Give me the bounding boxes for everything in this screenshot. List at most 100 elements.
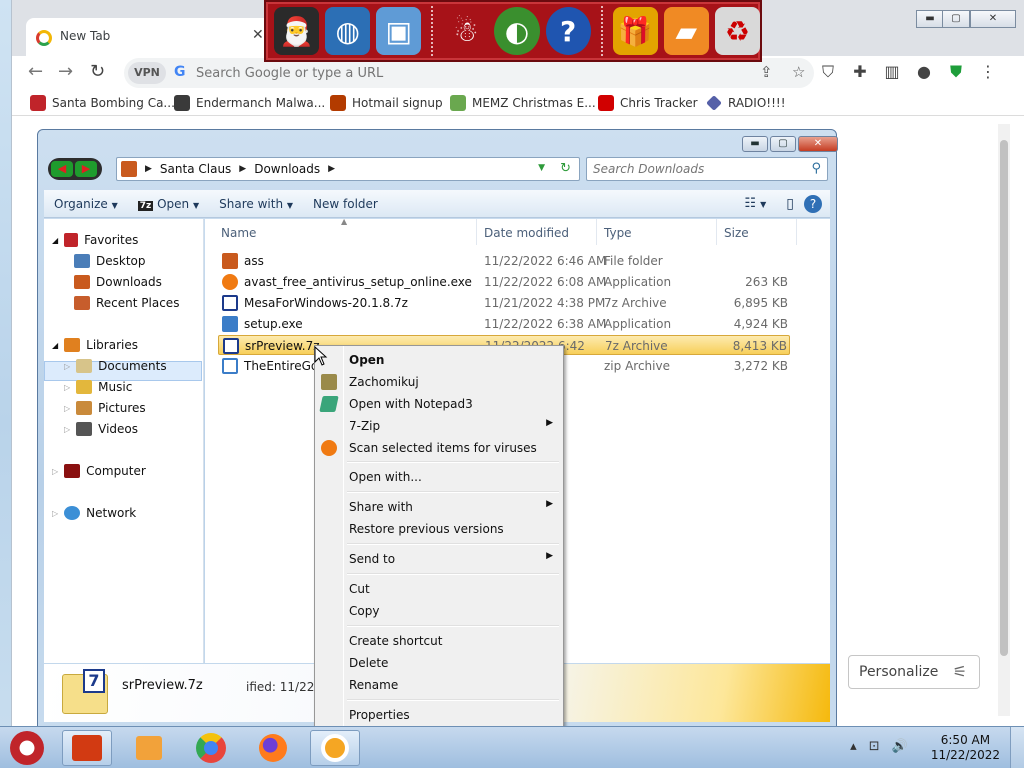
nav-videos[interactable]: ▷ Videos <box>64 422 138 436</box>
column-header-size[interactable]: Size <box>724 226 749 240</box>
menu-item-properties[interactable]: Properties <box>317 704 561 726</box>
column-separator[interactable] <box>796 219 797 245</box>
globe-icon[interactable]: ◍ <box>325 7 371 55</box>
taskbar-media-player[interactable] <box>124 730 174 766</box>
nav-network[interactable]: ▷ Network <box>52 506 136 520</box>
bookmark-item[interactable]: Santa Bombing Ca... <box>30 94 175 112</box>
minimize-button[interactable]: ▬ <box>916 10 944 28</box>
page-scrollbar-thumb[interactable] <box>1000 140 1008 656</box>
taskbar-chrome[interactable] <box>186 730 236 766</box>
explorer-close-button[interactable]: ✕ <box>798 136 838 152</box>
explorer-maximize-button[interactable]: ▢ <box>770 136 796 152</box>
security-extension-icon[interactable]: ⛊ <box>946 62 966 82</box>
search-icon[interactable]: ⚲ <box>811 161 821 176</box>
column-header-type[interactable]: Type <box>604 226 632 240</box>
personalize-button[interactable]: Personalize ⚟ <box>848 655 980 689</box>
share-with-button[interactable]: Share with ▼ <box>209 197 303 211</box>
side-panel-icon[interactable]: ▥ <box>882 62 902 81</box>
menu-item-open-with-notepad3[interactable]: Open with Notepad3 <box>317 393 561 415</box>
nav-favorites[interactable]: ◢ Favorites <box>52 233 138 247</box>
nav-music[interactable]: ▷ Music <box>64 380 132 394</box>
menu-item-copy[interactable]: Copy <box>317 600 561 622</box>
file-row[interactable]: setup.exe 11/22/2022 6:38 AM Application 4,… <box>218 314 790 334</box>
snowman-icon[interactable]: ☃ <box>443 7 489 55</box>
menu-item-rename[interactable]: Rename <box>317 674 561 696</box>
nav-documents[interactable]: ▷ Documents <box>64 359 167 373</box>
forward-icon[interactable]: → <box>58 61 73 82</box>
address-dropdown-icon[interactable]: ▼ <box>538 163 545 173</box>
bookmark-item[interactable]: RADIO!!!! <box>706 94 786 112</box>
preview-pane-icon[interactable]: ▯ <box>776 196 804 212</box>
nav-libraries[interactable]: ◢ Libraries <box>52 338 138 352</box>
nav-pictures[interactable]: ▷ Pictures <box>64 401 146 415</box>
menu-item-create-shortcut[interactable]: Create shortcut <box>317 630 561 652</box>
back-button[interactable]: ◀ <box>51 161 73 177</box>
column-header-date[interactable]: Date modified <box>484 226 569 240</box>
forward-button[interactable]: ▶ <box>75 161 97 177</box>
menu-item-cut[interactable]: Cut <box>317 578 561 600</box>
system-tray[interactable]: ▴ ⊡ 🔊 <box>850 739 912 754</box>
profile-icon[interactable]: ● <box>914 62 934 81</box>
file-row[interactable]: MesaForWindows-20.1.8.7z 11/21/2022 4:38 … <box>218 293 790 313</box>
nav-recent-places[interactable]: Recent Places <box>74 296 179 310</box>
back-icon[interactable]: ← <box>28 61 43 82</box>
menu-item-open-with[interactable]: Open with... <box>317 466 561 488</box>
taskbar-vpn-browser[interactable] <box>310 730 360 766</box>
breadcrumb-santa-claus[interactable]: Santa Claus <box>160 162 231 176</box>
file-row[interactable]: avast_free_antivirus_setup_online.exe 11/… <box>218 272 790 292</box>
close-tab-icon[interactable]: ✕ <box>252 27 264 43</box>
start-button[interactable] <box>2 730 52 766</box>
breadcrumb-downloads[interactable]: Downloads <box>254 162 320 176</box>
refresh-icon[interactable]: ↻ <box>560 161 571 176</box>
vpn-badge[interactable]: VPN <box>128 62 166 84</box>
shield-extension-icon[interactable]: ⛉ <box>818 62 838 82</box>
file-row[interactable]: ass 11/22/2022 6:46 AM File folder <box>218 251 790 271</box>
menu-item-scan-viruses[interactable]: Scan selected items for viruses <box>317 437 561 459</box>
menu-item-zachomikuj[interactable]: Zachomikuj <box>317 371 561 393</box>
column-separator[interactable] <box>476 219 477 245</box>
close-window-button[interactable]: ✕ <box>970 10 1016 28</box>
view-options-icon[interactable]: ☷ ▼ <box>734 196 776 211</box>
help-icon[interactable]: ? <box>804 194 822 213</box>
organize-button[interactable]: Organize ▼ <box>44 197 128 211</box>
folder-icon[interactable]: ▰ <box>663 7 709 55</box>
share-icon[interactable]: ⇪ <box>760 63 773 81</box>
help-icon[interactable]: ? <box>545 7 591 55</box>
menu-item-share-with[interactable]: Share with ▶ <box>317 496 561 518</box>
explorer-address-bar[interactable]: ▶ Santa Claus ▶ Downloads ▶ ▼ ↻ <box>116 157 580 181</box>
open-button[interactable]: 7z Open ▼ <box>128 197 209 211</box>
taskbar-explorer[interactable] <box>62 730 112 766</box>
bookmark-item[interactable]: Chris Tracker <box>598 94 698 112</box>
column-separator[interactable] <box>596 219 597 245</box>
nav-computer[interactable]: ▷ Computer <box>52 464 146 478</box>
clock[interactable]: 6:50 AM 11/22/2022 <box>931 733 1000 763</box>
menu-item-restore-versions[interactable]: Restore previous versions <box>317 518 561 540</box>
chrome-shield-icon[interactable]: ◐ <box>494 7 540 55</box>
show-desktop-button[interactable] <box>1010 727 1024 768</box>
bookmark-item[interactable]: Endermanch Malwa... <box>174 94 325 112</box>
recycle-bin-icon[interactable]: ♻ <box>714 7 760 55</box>
gift-icon[interactable]: 🎁 <box>612 7 658 55</box>
address-input[interactable] <box>196 62 736 84</box>
search-input[interactable] <box>593 161 798 177</box>
extensions-icon[interactable]: ✚ <box>850 62 870 81</box>
column-header-name[interactable]: Name <box>221 226 256 240</box>
reload-icon[interactable]: ↻ <box>90 61 105 82</box>
column-separator[interactable] <box>716 219 717 245</box>
taskbar-firefox[interactable] <box>248 730 298 766</box>
santa-computer-icon[interactable]: 🎅 <box>274 7 320 55</box>
network-window-icon[interactable]: ▣ <box>376 7 422 55</box>
nav-downloads[interactable]: Downloads <box>74 275 162 289</box>
menu-item-delete[interactable]: Delete <box>317 652 561 674</box>
bookmark-item[interactable]: Hotmail signup <box>330 94 443 112</box>
menu-item-open[interactable]: Open <box>317 349 561 371</box>
bookmark-item[interactable]: MEMZ Christmas E... <box>450 94 596 112</box>
explorer-minimize-button[interactable]: ▬ <box>742 136 768 152</box>
menu-item-7zip[interactable]: 7-Zip ▶ <box>317 415 561 437</box>
tab-new-tab[interactable]: New Tab ✕ <box>26 18 274 56</box>
bookmark-star-icon[interactable]: ☆ <box>792 63 805 81</box>
menu-item-send-to[interactable]: Send to ▶ <box>317 548 561 570</box>
menu-icon[interactable]: ⋮ <box>978 62 998 81</box>
nav-desktop[interactable]: Desktop <box>74 254 146 268</box>
maximize-button[interactable]: ▢ <box>942 10 970 28</box>
